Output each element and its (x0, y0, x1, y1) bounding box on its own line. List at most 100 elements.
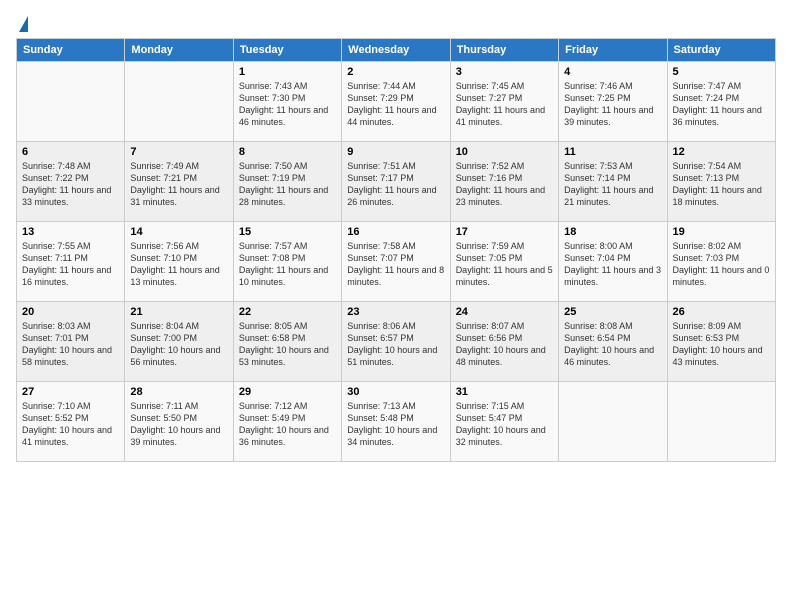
day-info: Sunrise: 7:13 AM Sunset: 5:48 PM Dayligh… (347, 400, 444, 449)
day-number: 26 (673, 306, 770, 318)
day-info: Sunrise: 7:43 AM Sunset: 7:30 PM Dayligh… (239, 80, 336, 129)
day-info: Sunrise: 8:05 AM Sunset: 6:58 PM Dayligh… (239, 320, 336, 369)
day-info: Sunrise: 7:46 AM Sunset: 7:25 PM Dayligh… (564, 80, 661, 129)
day-info: Sunrise: 7:10 AM Sunset: 5:52 PM Dayligh… (22, 400, 119, 449)
calendar-table: SundayMondayTuesdayWednesdayThursdayFrid… (16, 38, 776, 462)
logo (16, 16, 28, 30)
day-number: 20 (22, 306, 119, 318)
day-info: Sunrise: 7:56 AM Sunset: 7:10 PM Dayligh… (130, 240, 227, 289)
day-number: 2 (347, 66, 444, 78)
day-info: Sunrise: 7:52 AM Sunset: 7:16 PM Dayligh… (456, 160, 553, 209)
day-info: Sunrise: 7:44 AM Sunset: 7:29 PM Dayligh… (347, 80, 444, 129)
calendar-cell: 1 Sunrise: 7:43 AM Sunset: 7:30 PM Daylig… (233, 62, 341, 142)
day-number: 16 (347, 226, 444, 238)
day-number: 3 (456, 66, 553, 78)
calendar-cell: 29 Sunrise: 7:12 AM Sunset: 5:49 PM Dayli… (233, 382, 341, 462)
calendar-cell: 4 Sunrise: 7:46 AM Sunset: 7:25 PM Daylig… (559, 62, 667, 142)
day-info: Sunrise: 7:50 AM Sunset: 7:19 PM Dayligh… (239, 160, 336, 209)
page-header (16, 16, 776, 30)
day-info: Sunrise: 8:04 AM Sunset: 7:00 PM Dayligh… (130, 320, 227, 369)
calendar-cell: 16 Sunrise: 7:58 AM Sunset: 7:07 PM Dayli… (342, 222, 450, 302)
day-number: 31 (456, 386, 553, 398)
day-number: 12 (673, 146, 770, 158)
day-info: Sunrise: 7:12 AM Sunset: 5:49 PM Dayligh… (239, 400, 336, 449)
day-info: Sunrise: 7:59 AM Sunset: 7:05 PM Dayligh… (456, 240, 553, 289)
day-info: Sunrise: 8:02 AM Sunset: 7:03 PM Dayligh… (673, 240, 770, 289)
column-header-monday: Monday (125, 39, 233, 62)
day-info: Sunrise: 8:06 AM Sunset: 6:57 PM Dayligh… (347, 320, 444, 369)
day-info: Sunrise: 7:48 AM Sunset: 7:22 PM Dayligh… (22, 160, 119, 209)
day-number: 29 (239, 386, 336, 398)
day-number: 7 (130, 146, 227, 158)
calendar-cell: 13Sunrise: 7:55 AM Sunset: 7:11 PM Dayli… (17, 222, 125, 302)
day-number: 28 (130, 386, 227, 398)
calendar-cell: 11 Sunrise: 7:53 AM Sunset: 7:14 PM Dayli… (559, 142, 667, 222)
calendar-cell: 20 Sunrise: 8:03 AM Sunset: 7:01 PM Dayli… (17, 302, 125, 382)
column-header-tuesday: Tuesday (233, 39, 341, 62)
day-info: Sunrise: 7:49 AM Sunset: 7:21 PM Dayligh… (130, 160, 227, 209)
calendar-cell: 14 Sunrise: 7:56 AM Sunset: 7:10 PM Dayli… (125, 222, 233, 302)
column-header-thursday: Thursday (450, 39, 558, 62)
calendar-cell: 10 Sunrise: 7:52 AM Sunset: 7:16 PM Dayli… (450, 142, 558, 222)
column-header-wednesday: Wednesday (342, 39, 450, 62)
day-info: Sunrise: 7:53 AM Sunset: 7:14 PM Dayligh… (564, 160, 661, 209)
calendar-cell: 22 Sunrise: 8:05 AM Sunset: 6:58 PM Dayli… (233, 302, 341, 382)
calendar-cell: 27 Sunrise: 7:10 AM Sunset: 5:52 PM Dayli… (17, 382, 125, 462)
day-info: Sunrise: 7:54 AM Sunset: 7:13 PM Dayligh… (673, 160, 770, 209)
calendar-cell: 25 Sunrise: 8:08 AM Sunset: 6:54 PM Dayli… (559, 302, 667, 382)
calendar-cell: 12 Sunrise: 7:54 AM Sunset: 7:13 PM Dayli… (667, 142, 775, 222)
day-number: 8 (239, 146, 336, 158)
day-number: 1 (239, 66, 336, 78)
day-number: 17 (456, 226, 553, 238)
day-info: Sunrise: 7:11 AM Sunset: 5:50 PM Dayligh… (130, 400, 227, 449)
calendar-cell: 19 Sunrise: 8:02 AM Sunset: 7:03 PM Dayli… (667, 222, 775, 302)
day-number: 24 (456, 306, 553, 318)
day-number: 23 (347, 306, 444, 318)
day-info: Sunrise: 7:58 AM Sunset: 7:07 PM Dayligh… (347, 240, 444, 289)
day-info: Sunrise: 8:09 AM Sunset: 6:53 PM Dayligh… (673, 320, 770, 369)
column-header-saturday: Saturday (667, 39, 775, 62)
day-number: 11 (564, 146, 661, 158)
calendar-cell: 28 Sunrise: 7:11 AM Sunset: 5:50 PM Dayli… (125, 382, 233, 462)
calendar-cell (667, 382, 775, 462)
calendar-cell: 30 Sunrise: 7:13 AM Sunset: 5:48 PM Dayli… (342, 382, 450, 462)
calendar-cell: 31Sunrise: 7:15 AM Sunset: 5:47 PM Dayli… (450, 382, 558, 462)
calendar-cell: 5 Sunrise: 7:47 AM Sunset: 7:24 PM Daylig… (667, 62, 775, 142)
day-number: 15 (239, 226, 336, 238)
day-number: 25 (564, 306, 661, 318)
day-number: 21 (130, 306, 227, 318)
day-number: 27 (22, 386, 119, 398)
calendar-cell: 24 Sunrise: 8:07 AM Sunset: 6:56 PM Dayli… (450, 302, 558, 382)
day-number: 6 (22, 146, 119, 158)
day-number: 19 (673, 226, 770, 238)
calendar-cell: 6 Sunrise: 7:48 AM Sunset: 7:22 PM Daylig… (17, 142, 125, 222)
day-number: 9 (347, 146, 444, 158)
day-number: 14 (130, 226, 227, 238)
calendar-cell: 23 Sunrise: 8:06 AM Sunset: 6:57 PM Dayli… (342, 302, 450, 382)
calendar-cell: 18Sunrise: 8:00 AM Sunset: 7:04 PM Dayli… (559, 222, 667, 302)
day-number: 22 (239, 306, 336, 318)
day-info: Sunrise: 7:57 AM Sunset: 7:08 PM Dayligh… (239, 240, 336, 289)
day-number: 30 (347, 386, 444, 398)
calendar-cell: 7 Sunrise: 7:49 AM Sunset: 7:21 PM Daylig… (125, 142, 233, 222)
calendar-cell: 9 Sunrise: 7:51 AM Sunset: 7:17 PM Daylig… (342, 142, 450, 222)
calendar-cell: 26 Sunrise: 8:09 AM Sunset: 6:53 PM Dayli… (667, 302, 775, 382)
column-header-friday: Friday (559, 39, 667, 62)
calendar-cell: 17 Sunrise: 7:59 AM Sunset: 7:05 PM Dayli… (450, 222, 558, 302)
day-number: 5 (673, 66, 770, 78)
calendar-cell (17, 62, 125, 142)
day-number: 10 (456, 146, 553, 158)
day-info: Sunrise: 7:51 AM Sunset: 7:17 PM Dayligh… (347, 160, 444, 209)
calendar-cell: 15 Sunrise: 7:57 AM Sunset: 7:08 PM Dayli… (233, 222, 341, 302)
calendar-cell (125, 62, 233, 142)
day-info: Sunrise: 8:08 AM Sunset: 6:54 PM Dayligh… (564, 320, 661, 369)
day-info: Sunrise: 8:03 AM Sunset: 7:01 PM Dayligh… (22, 320, 119, 369)
calendar-cell: 8 Sunrise: 7:50 AM Sunset: 7:19 PM Daylig… (233, 142, 341, 222)
column-header-sunday: Sunday (17, 39, 125, 62)
day-number: 4 (564, 66, 661, 78)
day-info: Sunrise: 7:55 AM Sunset: 7:11 PM Dayligh… (22, 240, 119, 289)
calendar-cell: 2 Sunrise: 7:44 AM Sunset: 7:29 PM Daylig… (342, 62, 450, 142)
day-info: Sunrise: 8:07 AM Sunset: 6:56 PM Dayligh… (456, 320, 553, 369)
calendar-cell (559, 382, 667, 462)
day-info: Sunrise: 7:47 AM Sunset: 7:24 PM Dayligh… (673, 80, 770, 129)
